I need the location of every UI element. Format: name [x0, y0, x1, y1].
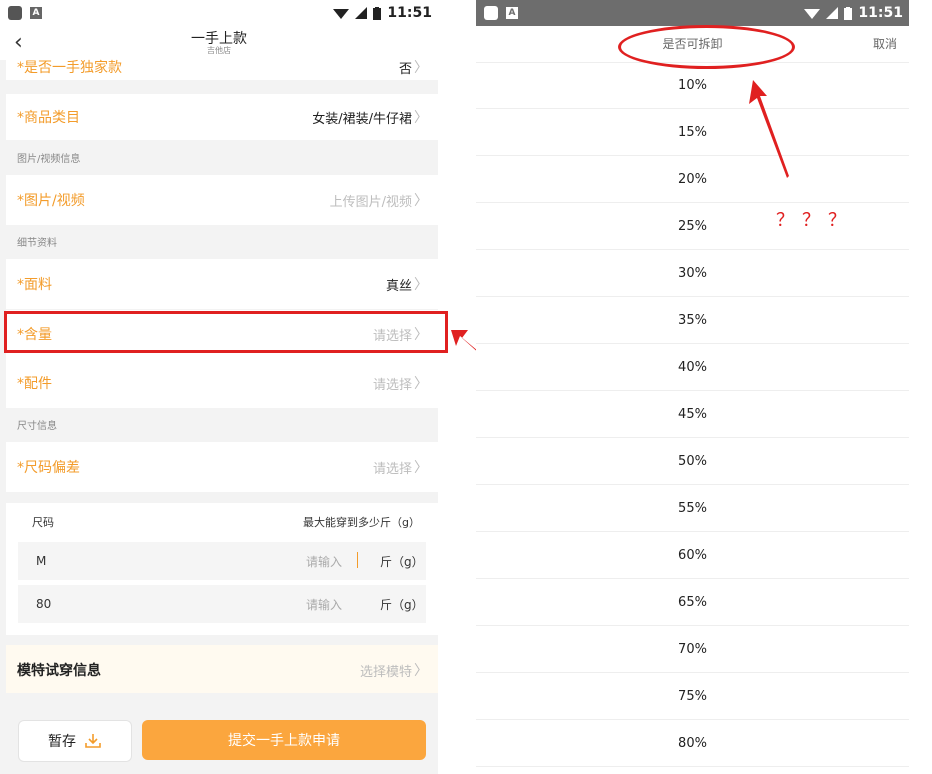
row-value: 请选择 [372, 377, 412, 393]
save-label: 暂存 [48, 734, 76, 750]
picker-option[interactable]: 40% [476, 345, 909, 391]
chevron-right-icon: 〉 [414, 460, 428, 476]
max-weight-col-label: 最大能穿到多少斤（g） [303, 516, 420, 529]
size-row-80: 80 请输入 斤（g） [18, 585, 426, 623]
picker-option[interactable]: 45% [476, 392, 909, 438]
text-cursor [357, 552, 358, 568]
row-label: *商品类目 [17, 110, 80, 126]
status-time: 11:51 [858, 5, 903, 21]
chevron-right-icon: 〉 [414, 663, 428, 679]
cancel-button[interactable]: 取消 [873, 35, 897, 52]
battery-icon [373, 6, 382, 20]
section-label: 细节资料 [17, 238, 57, 249]
chevron-right-icon: 〉 [414, 277, 428, 293]
row-label: *是否一手独家款 [17, 60, 122, 76]
notification-icon [484, 6, 498, 20]
row-value: 选择模特 [359, 665, 412, 680]
signal-icon [826, 7, 839, 19]
app-a-icon: A [506, 7, 518, 19]
picker-option[interactable]: 10% [476, 63, 909, 109]
download-icon [85, 734, 101, 748]
weight-input[interactable]: 请输入 [306, 596, 342, 613]
wifi-icon [804, 9, 821, 19]
size-col-label: 尺码 [32, 516, 54, 529]
status-bar: A 11:51 [0, 0, 438, 26]
row-value: 上传图片/视频 [329, 194, 412, 210]
section-header-size: 尺寸信息 [6, 417, 438, 437]
row-value: 否 [398, 62, 412, 77]
chevron-right-icon: 〉 [414, 110, 428, 126]
picker-option[interactable]: 55% [476, 486, 909, 532]
picker-option[interactable]: 35% [476, 298, 909, 344]
title-bar: ‹ 一手上款 吉他店 [0, 26, 438, 60]
row-category[interactable]: *商品类目 女装/裙装/牛仔裙 〉 [6, 94, 438, 140]
notification-icon [8, 6, 22, 20]
size-name: 80 [36, 597, 52, 611]
weight-unit: 斤（g） [380, 555, 424, 569]
picker-option[interactable]: 65% [476, 580, 909, 626]
left-screen: A 11:51 ‹ 一手上款 吉他店 *是否一手独家款 否 〉 *商品类目 女装… [0, 0, 438, 774]
right-screen: A 11:51 是否可拆卸 取消 10% 15% 20% 25% 30% 35% 40% 45… [476, 0, 909, 774]
picker-option[interactable]: 75% [476, 674, 909, 720]
row-value: 请选择 [372, 461, 412, 477]
size-table-header: 尺码 最大能穿到多少斤（g） [6, 503, 438, 539]
row-label: *尺码偏差 [17, 460, 80, 476]
weight-input[interactable]: 请输入 [306, 553, 342, 570]
size-name: M [36, 554, 47, 568]
row-model[interactable]: 模特试穿信息 选择模特 〉 [6, 645, 438, 693]
weight-unit: 斤（g） [380, 598, 424, 612]
save-draft-button[interactable]: 暂存 [18, 720, 132, 762]
picker-option[interactable]: 50% [476, 439, 909, 485]
section-label: 尺寸信息 [17, 421, 57, 432]
row-value: 真丝 [385, 278, 412, 294]
picker-option[interactable]: 15% [476, 110, 909, 156]
picker-option[interactable]: 60% [476, 533, 909, 579]
app-a-icon: A [30, 7, 42, 19]
highlight-ellipse [618, 25, 795, 69]
chevron-right-icon: 〉 [414, 193, 428, 209]
picker-option[interactable]: 30% [476, 251, 909, 297]
row-label: *面料 [17, 277, 52, 293]
row-label: 模特试穿信息 [17, 663, 101, 679]
picker-option[interactable]: 20% [476, 157, 909, 203]
row-fabric[interactable]: *面料 真丝 〉 [6, 259, 438, 309]
highlight-box [4, 311, 448, 353]
row-accessories[interactable]: *配件 请选择 〉 [6, 358, 438, 408]
section-label: 图片/视频信息 [17, 154, 81, 165]
status-bar: A 11:51 [476, 0, 909, 26]
battery-icon [844, 6, 853, 20]
size-row-m: M 请输入 斤（g） [18, 542, 426, 580]
row-label: *配件 [17, 376, 52, 392]
bottom-bar: 暂存 提交一手上款申请 [6, 700, 438, 774]
row-size-deviation[interactable]: *尺码偏差 请选择 〉 [6, 442, 438, 492]
page-subtitle: 吉他店 [207, 46, 231, 55]
signal-icon [355, 7, 368, 19]
section-header-media: 图片/视频信息 [6, 150, 438, 170]
row-value: 女装/裙装/牛仔裙 [312, 111, 412, 127]
picker-option[interactable]: 70% [476, 627, 909, 673]
row-label: *图片/视频 [17, 193, 85, 209]
submit-button[interactable]: 提交一手上款申请 [142, 720, 426, 760]
chevron-right-icon: 〉 [414, 60, 428, 76]
section-header-detail: 细节资料 [6, 234, 438, 254]
wifi-icon [333, 9, 350, 19]
chevron-right-icon: 〉 [414, 376, 428, 392]
row-media[interactable]: *图片/视频 上传图片/视频 〉 [6, 175, 438, 225]
status-time: 11:51 [387, 5, 432, 21]
question-marks: ？？？ [776, 210, 854, 231]
row-exclusive[interactable]: *是否一手独家款 否 〉 [6, 60, 438, 80]
picker-option[interactable]: 80% [476, 721, 909, 767]
